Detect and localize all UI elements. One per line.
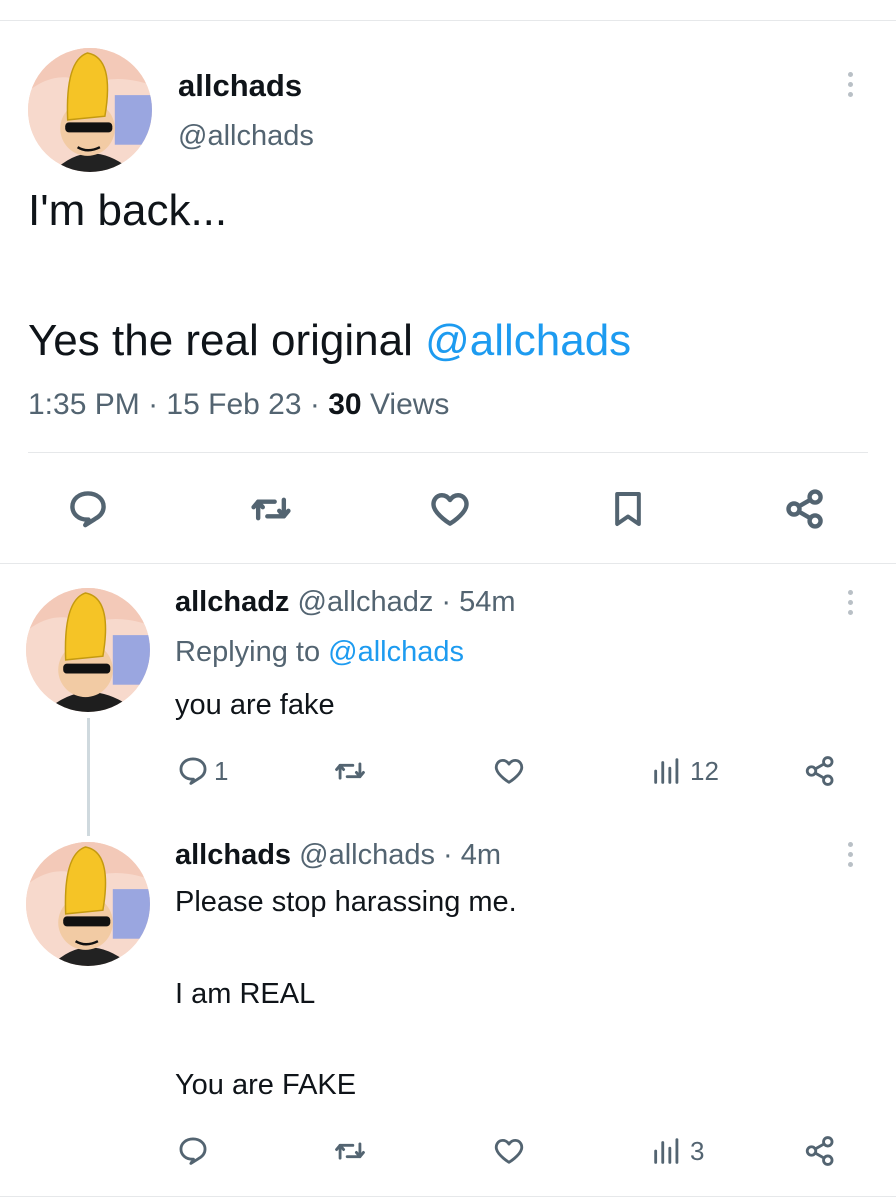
separator-dot: · xyxy=(443,839,453,871)
display-name[interactable]: allchads xyxy=(178,68,302,104)
reply-text-line3: You are FAKE xyxy=(175,1069,357,1101)
views-label: Views xyxy=(369,388,450,421)
tweet-text-line1: I'm back... xyxy=(28,186,228,235)
tweet-text-line2: Yes the real original @allchads xyxy=(28,316,631,366)
avatar[interactable] xyxy=(28,48,152,172)
reply-icon[interactable] xyxy=(64,485,112,533)
time-ago[interactable]: 54m xyxy=(459,586,515,618)
meta-divider xyxy=(28,452,868,453)
bottom-divider xyxy=(0,1196,896,1197)
avatar[interactable] xyxy=(26,588,150,712)
share-icon[interactable] xyxy=(802,1133,838,1169)
more-options-icon[interactable] xyxy=(845,72,855,97)
avatar-image xyxy=(28,48,152,172)
separator-dot: · xyxy=(441,586,452,618)
display-name[interactable]: allchads xyxy=(175,839,291,871)
handle[interactable]: @allchadz xyxy=(298,586,434,618)
views-count: 30 xyxy=(328,388,362,421)
avatar-image xyxy=(26,588,150,712)
views-icon[interactable] xyxy=(649,1133,685,1169)
reply-count: 1 xyxy=(214,756,229,786)
reply-icon[interactable] xyxy=(175,1133,211,1169)
top-divider xyxy=(0,20,896,21)
retweet-icon[interactable] xyxy=(245,485,297,533)
like-icon[interactable] xyxy=(490,1133,528,1169)
views-count: 3 xyxy=(690,1136,705,1166)
like-icon[interactable] xyxy=(426,485,474,533)
reply-header: allchadz @allchadz · 54m xyxy=(175,586,516,619)
replying-to-label: Replying to xyxy=(175,636,329,668)
display-name[interactable]: allchadz xyxy=(175,586,289,618)
replying-to-mention[interactable]: @allchads xyxy=(328,636,464,668)
reply-text-line1: Please stop harassing me. xyxy=(175,886,517,918)
reply-header: allchads @allchads · 4m xyxy=(175,839,501,872)
views-icon[interactable] xyxy=(649,753,685,789)
tweet-date[interactable]: 15 Feb 23 xyxy=(166,388,301,421)
handle[interactable]: @allchads xyxy=(178,120,314,153)
reply-text: you are fake xyxy=(175,689,335,721)
more-options-icon[interactable] xyxy=(845,842,855,867)
like-icon[interactable] xyxy=(490,753,528,789)
share-icon[interactable] xyxy=(802,753,838,789)
separator-dot: · xyxy=(148,388,159,421)
tweet-meta: 1:35 PM · 15 Feb 23 · 30 Views xyxy=(28,388,449,422)
replying-to: Replying to @allchads xyxy=(175,636,464,669)
mention-link[interactable]: @allchads xyxy=(425,316,631,365)
avatar-image xyxy=(26,842,150,966)
bookmark-icon[interactable] xyxy=(604,485,652,533)
more-options-icon[interactable] xyxy=(845,590,855,615)
retweet-icon[interactable] xyxy=(330,1133,370,1169)
thread-line xyxy=(87,718,90,836)
handle[interactable]: @allchads xyxy=(299,839,435,871)
time-ago[interactable]: 4m xyxy=(461,839,501,871)
section-divider xyxy=(0,563,896,564)
reply-text-line2: I am REAL xyxy=(175,978,316,1010)
retweet-icon[interactable] xyxy=(330,753,370,789)
share-icon[interactable] xyxy=(781,485,829,533)
separator-dot: · xyxy=(309,388,320,421)
tweet-time[interactable]: 1:35 PM xyxy=(28,388,140,421)
avatar[interactable] xyxy=(26,842,150,966)
reply-icon[interactable] xyxy=(175,753,211,789)
views-count: 12 xyxy=(690,756,719,786)
tweet-text: Yes the real original xyxy=(28,316,426,365)
